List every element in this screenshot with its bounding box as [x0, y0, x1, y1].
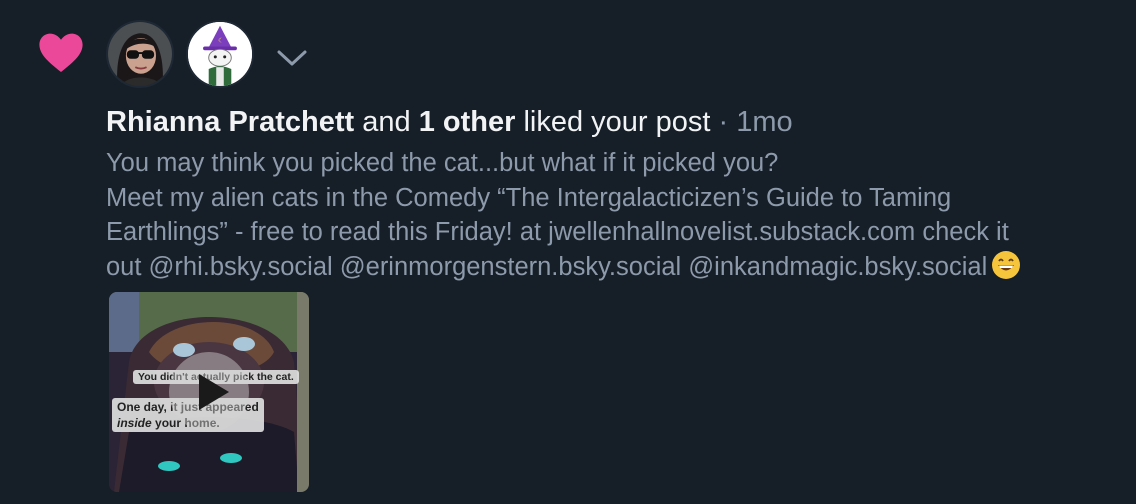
chevron-down-icon[interactable]	[276, 46, 308, 70]
timestamp: 1mo	[736, 106, 793, 138]
avatar-rhianna-pratchett[interactable]	[106, 20, 174, 88]
grinning-face-emoji-icon	[992, 250, 1021, 279]
connector-text: and	[362, 106, 411, 138]
post-text-line: Earthlings” - free to read this Friday! …	[106, 218, 1009, 246]
post-text-line: You may think you picked the cat...but w…	[106, 149, 779, 177]
post-text[interactable]: You may think you picked the cat...but w…	[106, 146, 1128, 284]
video-thumbnail[interactable]: You didn't actually pick the cat. One da…	[109, 292, 309, 492]
action-text: liked your post	[523, 106, 711, 138]
others-count-link[interactable]: 1 other	[419, 106, 516, 138]
play-icon[interactable]	[169, 352, 249, 432]
separator-dot: ·	[718, 106, 729, 138]
svg-text:☾: ☾	[218, 37, 224, 45]
post-text-line: Meet my alien cats in the Comedy “The In…	[106, 183, 952, 212]
post-text-line: out @rhi.bsky.social @erinmorgenstern.bs…	[106, 250, 1128, 285]
avatar-cat-wizard[interactable]: ☾	[186, 20, 254, 88]
heart-icon	[39, 33, 83, 72]
notification-headline: Rhianna Pratchett and 1 other liked your…	[106, 103, 1126, 141]
actor-name-link[interactable]: Rhianna Pratchett	[106, 106, 354, 138]
